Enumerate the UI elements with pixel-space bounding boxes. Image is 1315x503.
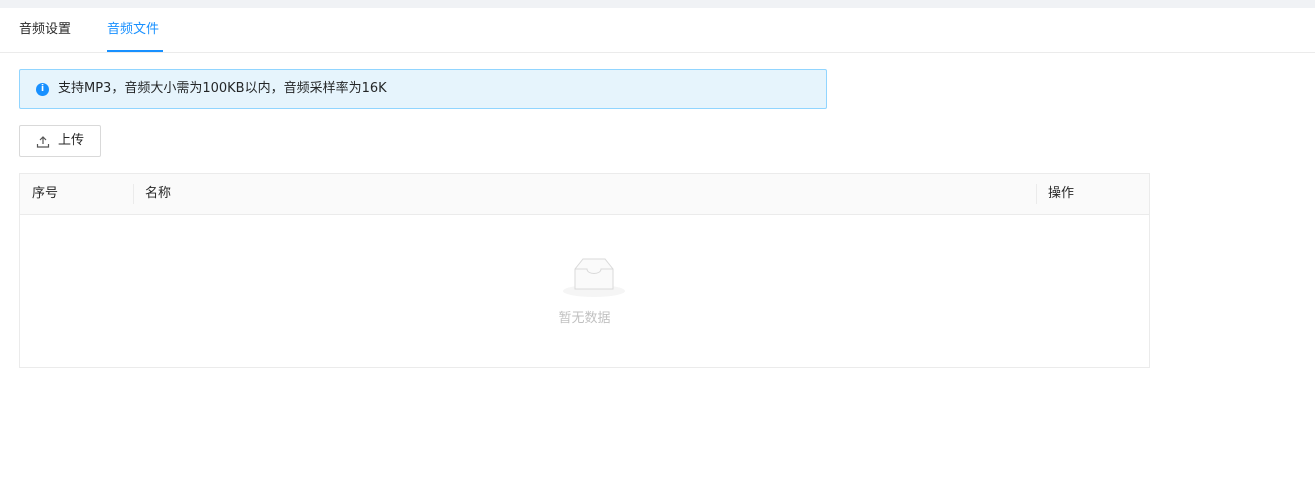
column-divider [1036,184,1037,204]
empty-text: 暂无数据 [558,311,611,326]
info-alert: i 支持MP3，音频大小需为100KB以内，音频采样率为16K [19,69,827,109]
upload-button[interactable]: 上传 [19,125,101,157]
tab-audio-settings[interactable]: 音频设置 [19,8,71,53]
info-icon: i [36,83,49,96]
active-tab-indicator [107,50,163,52]
table-empty-state: 暂无数据 [20,215,1149,367]
column-divider [133,184,134,204]
inbox-icon [563,258,625,297]
audio-file-table: 序号 名称 操作 暂无数据 [19,173,1150,368]
page: 音频设置 音频文件 i 支持MP3，音频大小需为100KB以内，音频采样率为16… [0,8,1315,503]
table-header: 序号 名称 操作 [20,174,1149,215]
column-header-actions: 操作 [1048,186,1075,201]
column-header-index: 序号 [32,186,59,201]
upload-icon [36,136,50,148]
upload-button-label: 上传 [58,133,85,148]
alert-message: 支持MP3，音频大小需为100KB以内，音频采样率为16K [58,81,387,96]
tab-bar: 音频设置 音频文件 [0,8,1315,53]
column-header-name: 名称 [145,186,172,201]
tab-audio-files[interactable]: 音频文件 [107,8,159,53]
